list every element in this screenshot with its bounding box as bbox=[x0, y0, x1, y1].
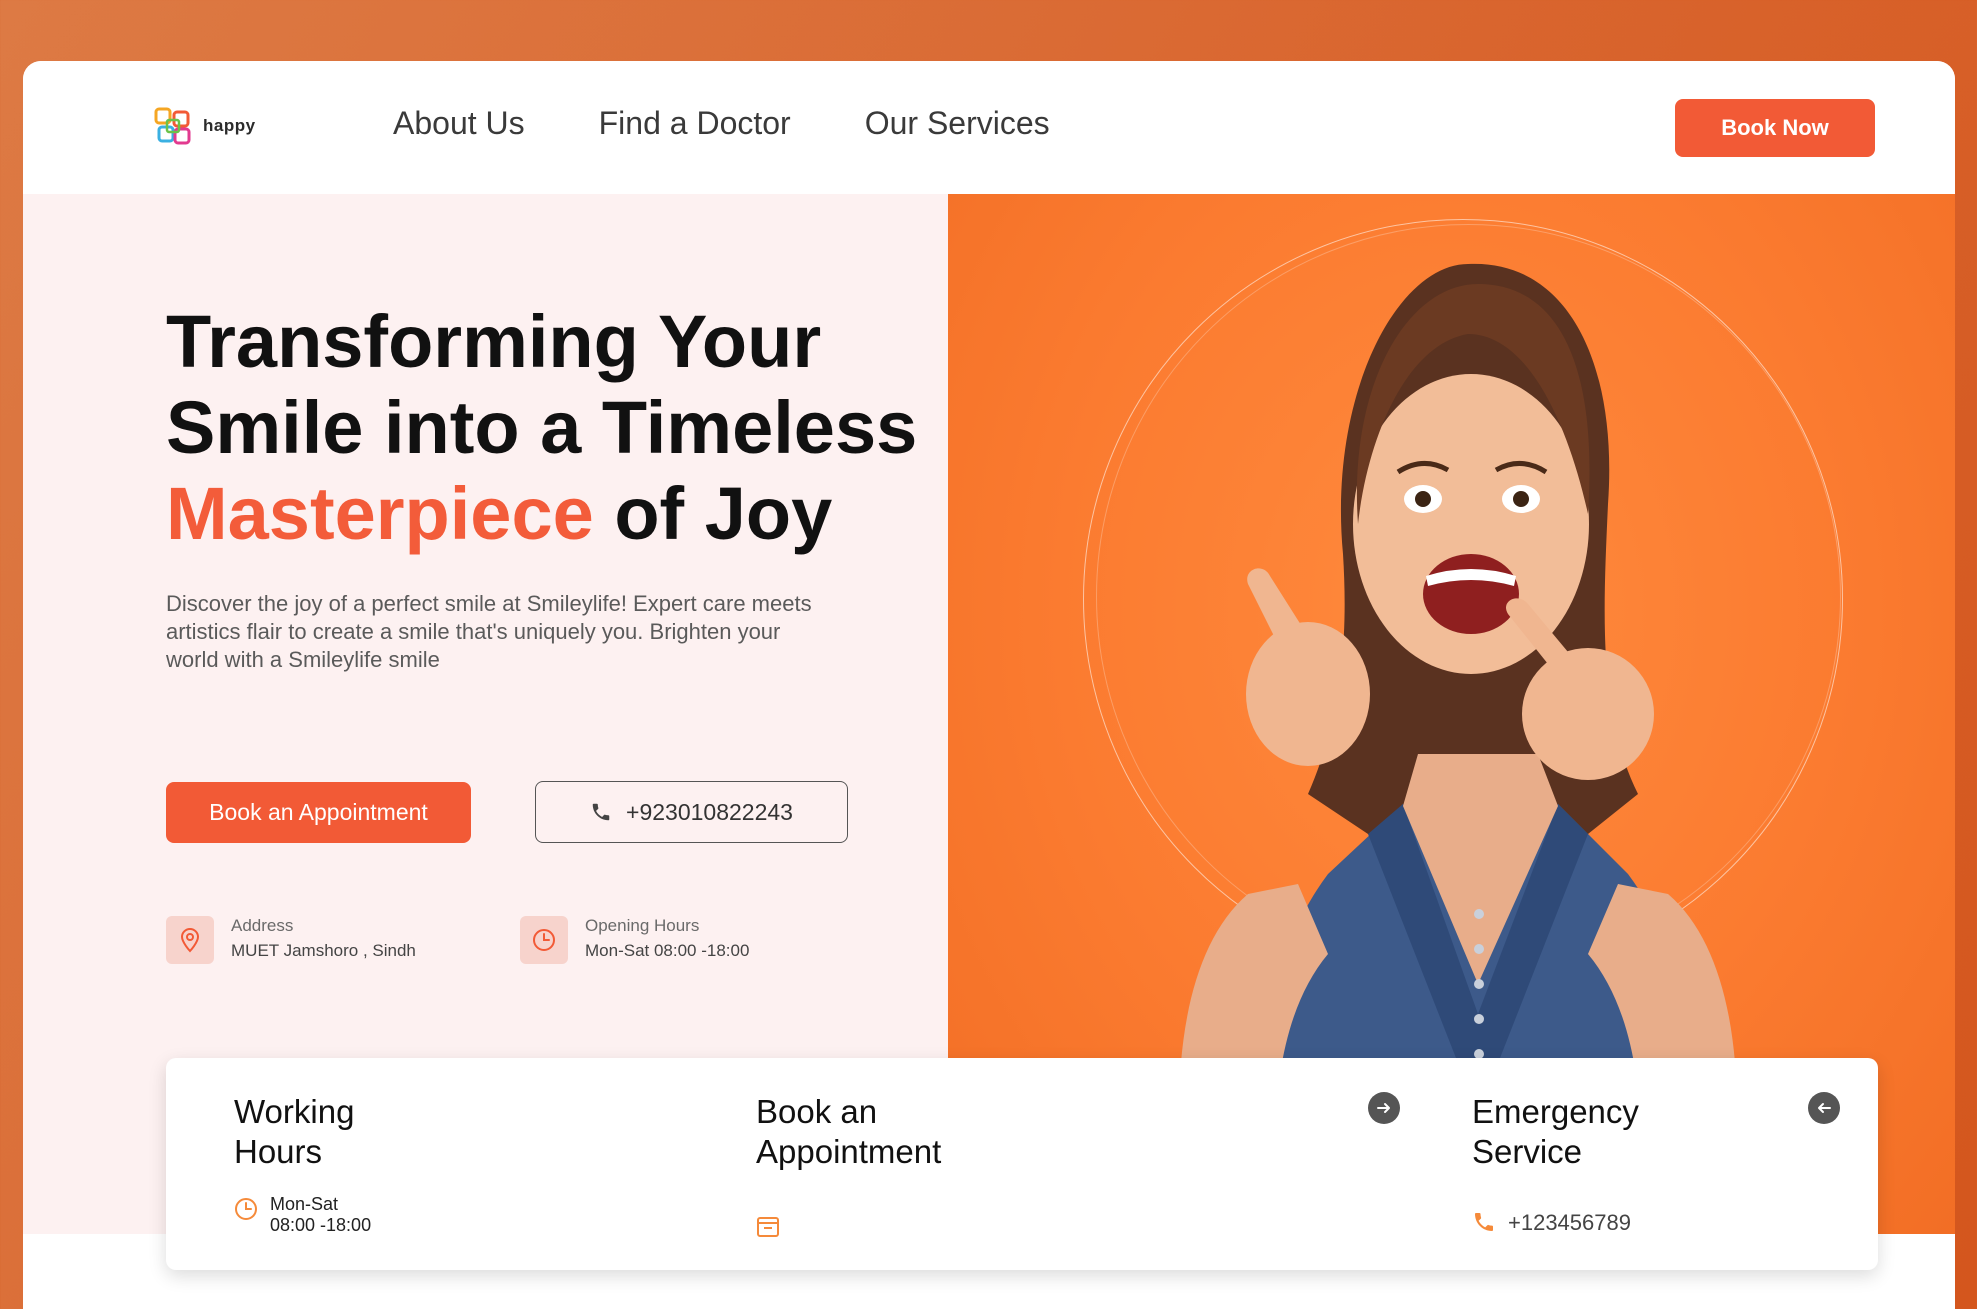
appointment-arrow-button[interactable] bbox=[1368, 1092, 1400, 1124]
phone-number: +923010822243 bbox=[626, 798, 793, 825]
emergency-service-detail: +123456789 bbox=[1472, 1210, 1639, 1234]
hours-icon-box bbox=[520, 916, 568, 964]
emergency-service-title: Emergency Service bbox=[1472, 1093, 1639, 1170]
working-hours-card: Working Hours Mon-Sat 08:00 -18:00 bbox=[234, 1092, 371, 1236]
location-pin-icon bbox=[180, 927, 200, 953]
brand-logo[interactable]: happy bbox=[153, 106, 256, 146]
address-info: Address MUET Jamshoro , Sindh bbox=[166, 914, 416, 964]
brand-name: happy bbox=[203, 116, 256, 135]
clock-icon bbox=[533, 929, 555, 951]
hero-description: Discover the joy of a perfect smile at S… bbox=[166, 591, 812, 672]
working-hours-detail: Mon-Sat 08:00 -18:00 bbox=[234, 1194, 371, 1236]
book-appointment-detail bbox=[756, 1214, 941, 1238]
book-now-button[interactable]: Book Now bbox=[1675, 99, 1875, 157]
book-appointment-card-title: Book an Appointment bbox=[756, 1093, 942, 1170]
working-times: 08:00 -18:00 bbox=[270, 1215, 372, 1235]
address-value: MUET Jamshoro , Sindh bbox=[231, 941, 416, 960]
top-nav: happy About Us Find a Doctor Our Service… bbox=[23, 61, 1955, 194]
arrow-left-icon bbox=[1818, 1103, 1831, 1113]
emergency-phone[interactable]: +123456789 bbox=[1508, 1211, 1631, 1233]
hero-title: Transforming Your Smile into a Timeless … bbox=[166, 299, 926, 557]
phone-icon bbox=[1475, 1213, 1493, 1231]
hero-title-line-1: Transforming Your bbox=[166, 300, 822, 383]
hero-title-tail: of Joy bbox=[593, 472, 833, 555]
phone-icon bbox=[592, 803, 610, 821]
page-frame: happy About Us Find a Doctor Our Service… bbox=[23, 61, 1955, 1309]
working-days: Mon-Sat bbox=[270, 1194, 339, 1214]
hero-title-accent: Masterpiece bbox=[166, 472, 594, 555]
address-icon-box bbox=[166, 916, 214, 964]
logo-icon bbox=[154, 107, 191, 145]
nav-link-about-us[interactable]: About Us bbox=[393, 105, 525, 142]
opening-hours-value: Mon-Sat 08:00 -18:00 bbox=[585, 941, 750, 960]
opening-hours-info: Opening Hours Mon-Sat 08:00 -18:00 bbox=[520, 914, 749, 964]
working-hours-title: Working Hours bbox=[234, 1093, 355, 1170]
book-appointment-button[interactable]: Book an Appointment bbox=[166, 782, 471, 843]
book-appointment-card[interactable]: Book an Appointment bbox=[756, 1092, 941, 1238]
phone-button[interactable]: +923010822243 bbox=[535, 781, 848, 843]
calendar-icon bbox=[757, 1217, 779, 1237]
nav-link-find-a-doctor[interactable]: Find a Doctor bbox=[599, 105, 791, 142]
opening-hours-label: Opening Hours bbox=[585, 916, 700, 935]
hero-title-line-2: Smile into a Timeless bbox=[166, 386, 918, 469]
quick-info-cards: Working Hours Mon-Sat 08:00 -18:00 Book … bbox=[166, 1058, 1878, 1270]
nav-links: About Us Find a Doctor Our Services bbox=[393, 105, 1050, 142]
address-label: Address bbox=[231, 916, 294, 935]
emergency-arrow-button[interactable] bbox=[1808, 1092, 1840, 1124]
nav-link-our-services[interactable]: Our Services bbox=[865, 105, 1050, 142]
emergency-service-card: Emergency Service +123456789 bbox=[1472, 1092, 1639, 1234]
arrow-right-icon bbox=[1377, 1103, 1390, 1113]
clock-icon bbox=[235, 1198, 257, 1220]
